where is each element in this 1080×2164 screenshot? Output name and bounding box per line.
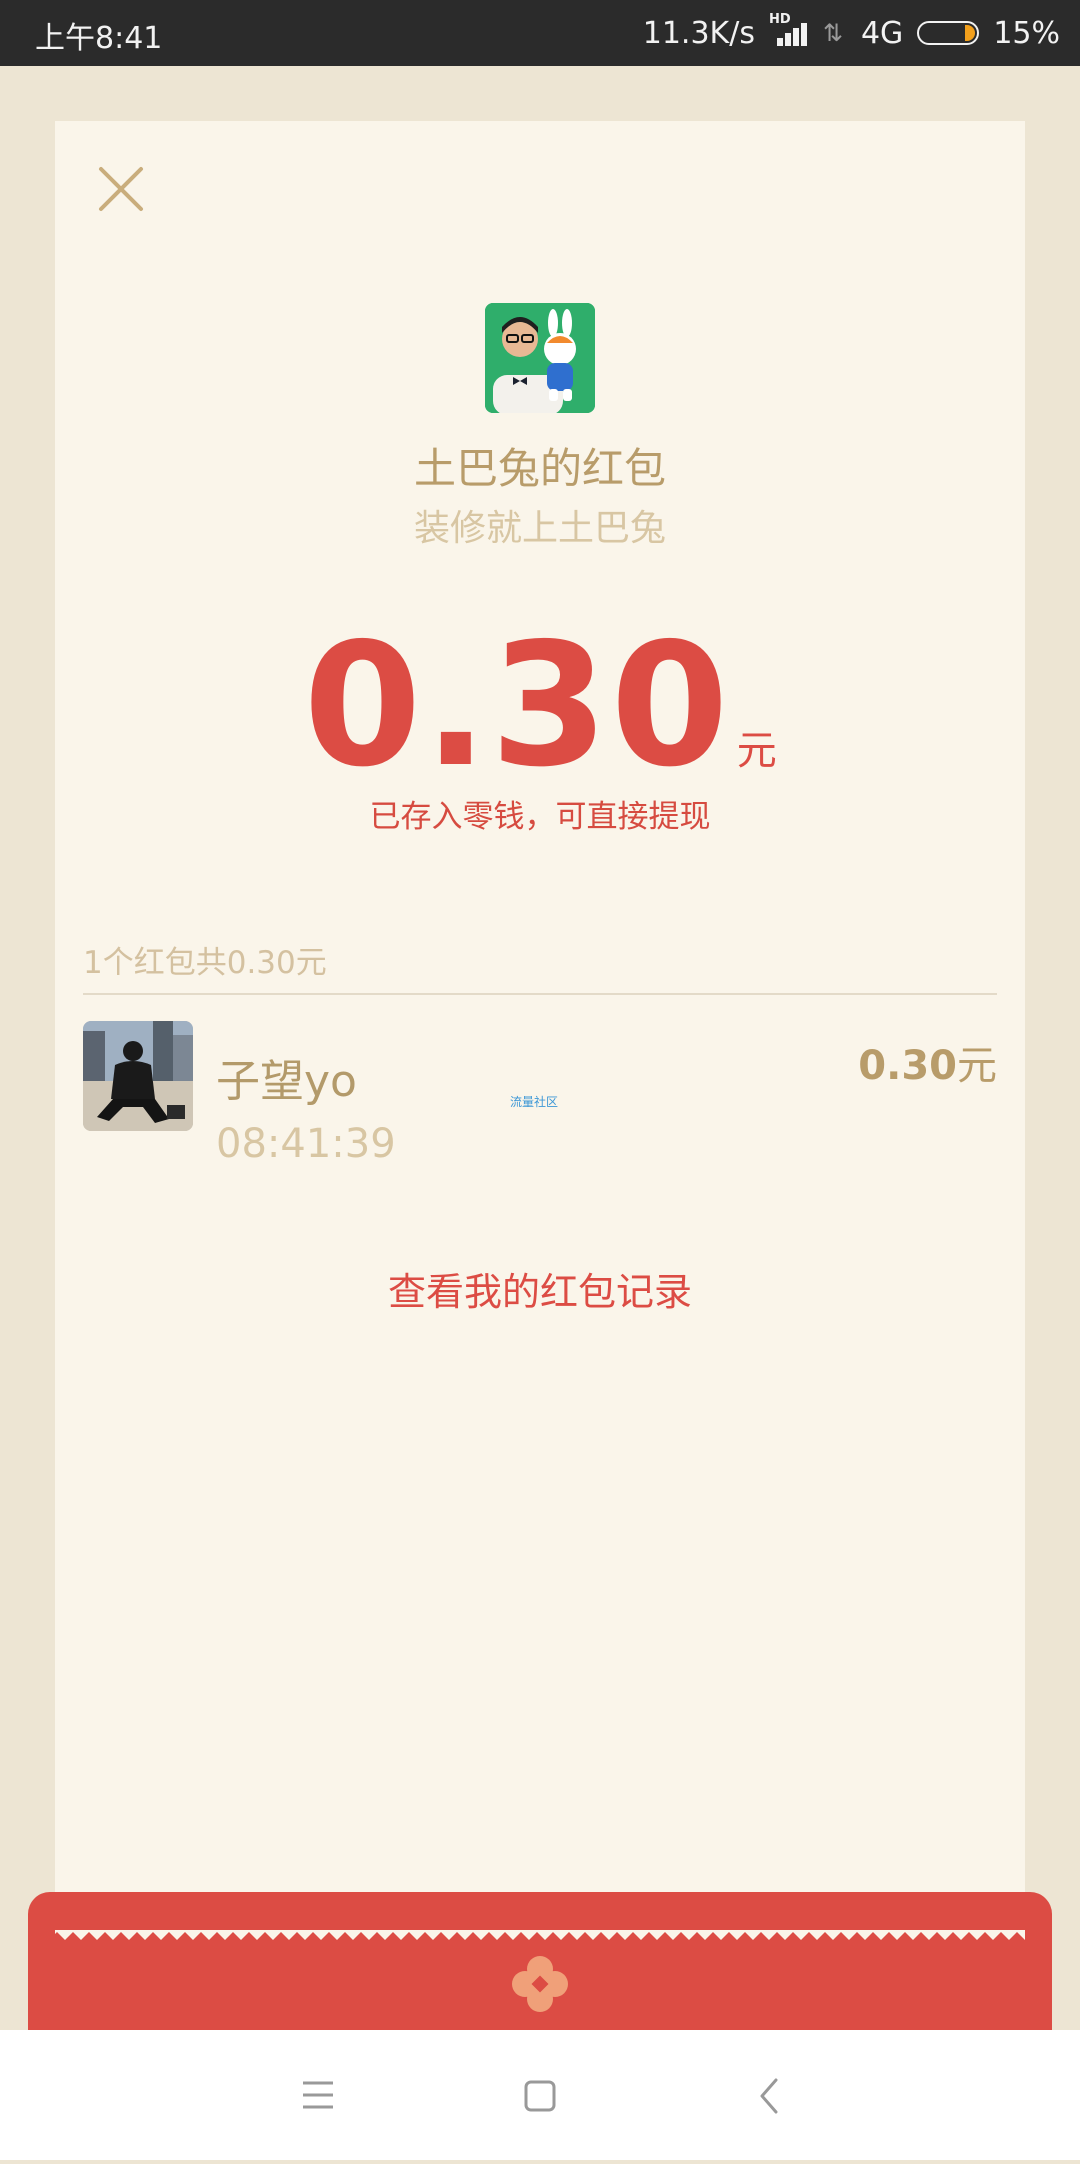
envelope-zigzag-edge bbox=[55, 1930, 1025, 1940]
sender-title: 土巴兔的红包 bbox=[413, 444, 666, 493]
sender-avatar[interactable] bbox=[485, 303, 595, 413]
signal-icon: HD bbox=[769, 12, 809, 48]
status-right: 11.3K/s HD ⇅ 4G 15% bbox=[642, 12, 1060, 53]
amount-value: 0.30 bbox=[303, 607, 731, 805]
data-activity-icon: ⇅ bbox=[822, 19, 844, 47]
red-packet-detail-card: 土巴兔的红包 装修就上土巴兔 0.30 元 已存入零钱，可直接提现 1个红包共0.… bbox=[55, 121, 1025, 1951]
network-type: 4G bbox=[860, 15, 904, 51]
battery-icon bbox=[917, 21, 980, 45]
home-icon[interactable] bbox=[480, 2030, 600, 2160]
status-time: 上午8:41 bbox=[35, 21, 163, 56]
divider bbox=[83, 993, 997, 995]
receiver-name: 子望yo bbox=[216, 1056, 357, 1107]
receiver-avatar[interactable] bbox=[83, 1021, 193, 1131]
battery-percent: 15% bbox=[993, 15, 1060, 51]
status-bar: 上午8:41 11.3K/s HD ⇅ 4G 15% bbox=[0, 0, 1080, 66]
menu-icon[interactable] bbox=[258, 2030, 378, 2160]
network-speed: 11.3K/s bbox=[642, 15, 755, 51]
receiver-amount: 0.30元 bbox=[858, 1033, 997, 1091]
watermark-text: 流量社区 bbox=[510, 1095, 559, 1109]
amount-unit: 元 bbox=[736, 728, 777, 774]
receiver-time: 08:41:39 bbox=[216, 1121, 396, 1167]
sender-subtitle: 装修就上土巴兔 bbox=[413, 508, 666, 549]
seal-icon bbox=[511, 1955, 569, 2013]
packet-summary: 1个红包共0.30元 bbox=[83, 945, 327, 981]
receiver-amount-unit: 元 bbox=[957, 1043, 997, 1089]
close-icon[interactable] bbox=[91, 159, 151, 219]
deposit-note[interactable]: 已存入零钱，可直接提现 bbox=[55, 791, 1025, 836]
system-nav-bar bbox=[0, 2030, 1080, 2160]
amount-display: 0.30 元 bbox=[55, 621, 1025, 791]
view-records-link[interactable]: 查看我的红包记录 bbox=[55, 1261, 1025, 1316]
hd-label: HD bbox=[768, 12, 791, 27]
back-icon[interactable] bbox=[708, 2030, 828, 2160]
receiver-amount-value: 0.30 bbox=[858, 1043, 957, 1089]
